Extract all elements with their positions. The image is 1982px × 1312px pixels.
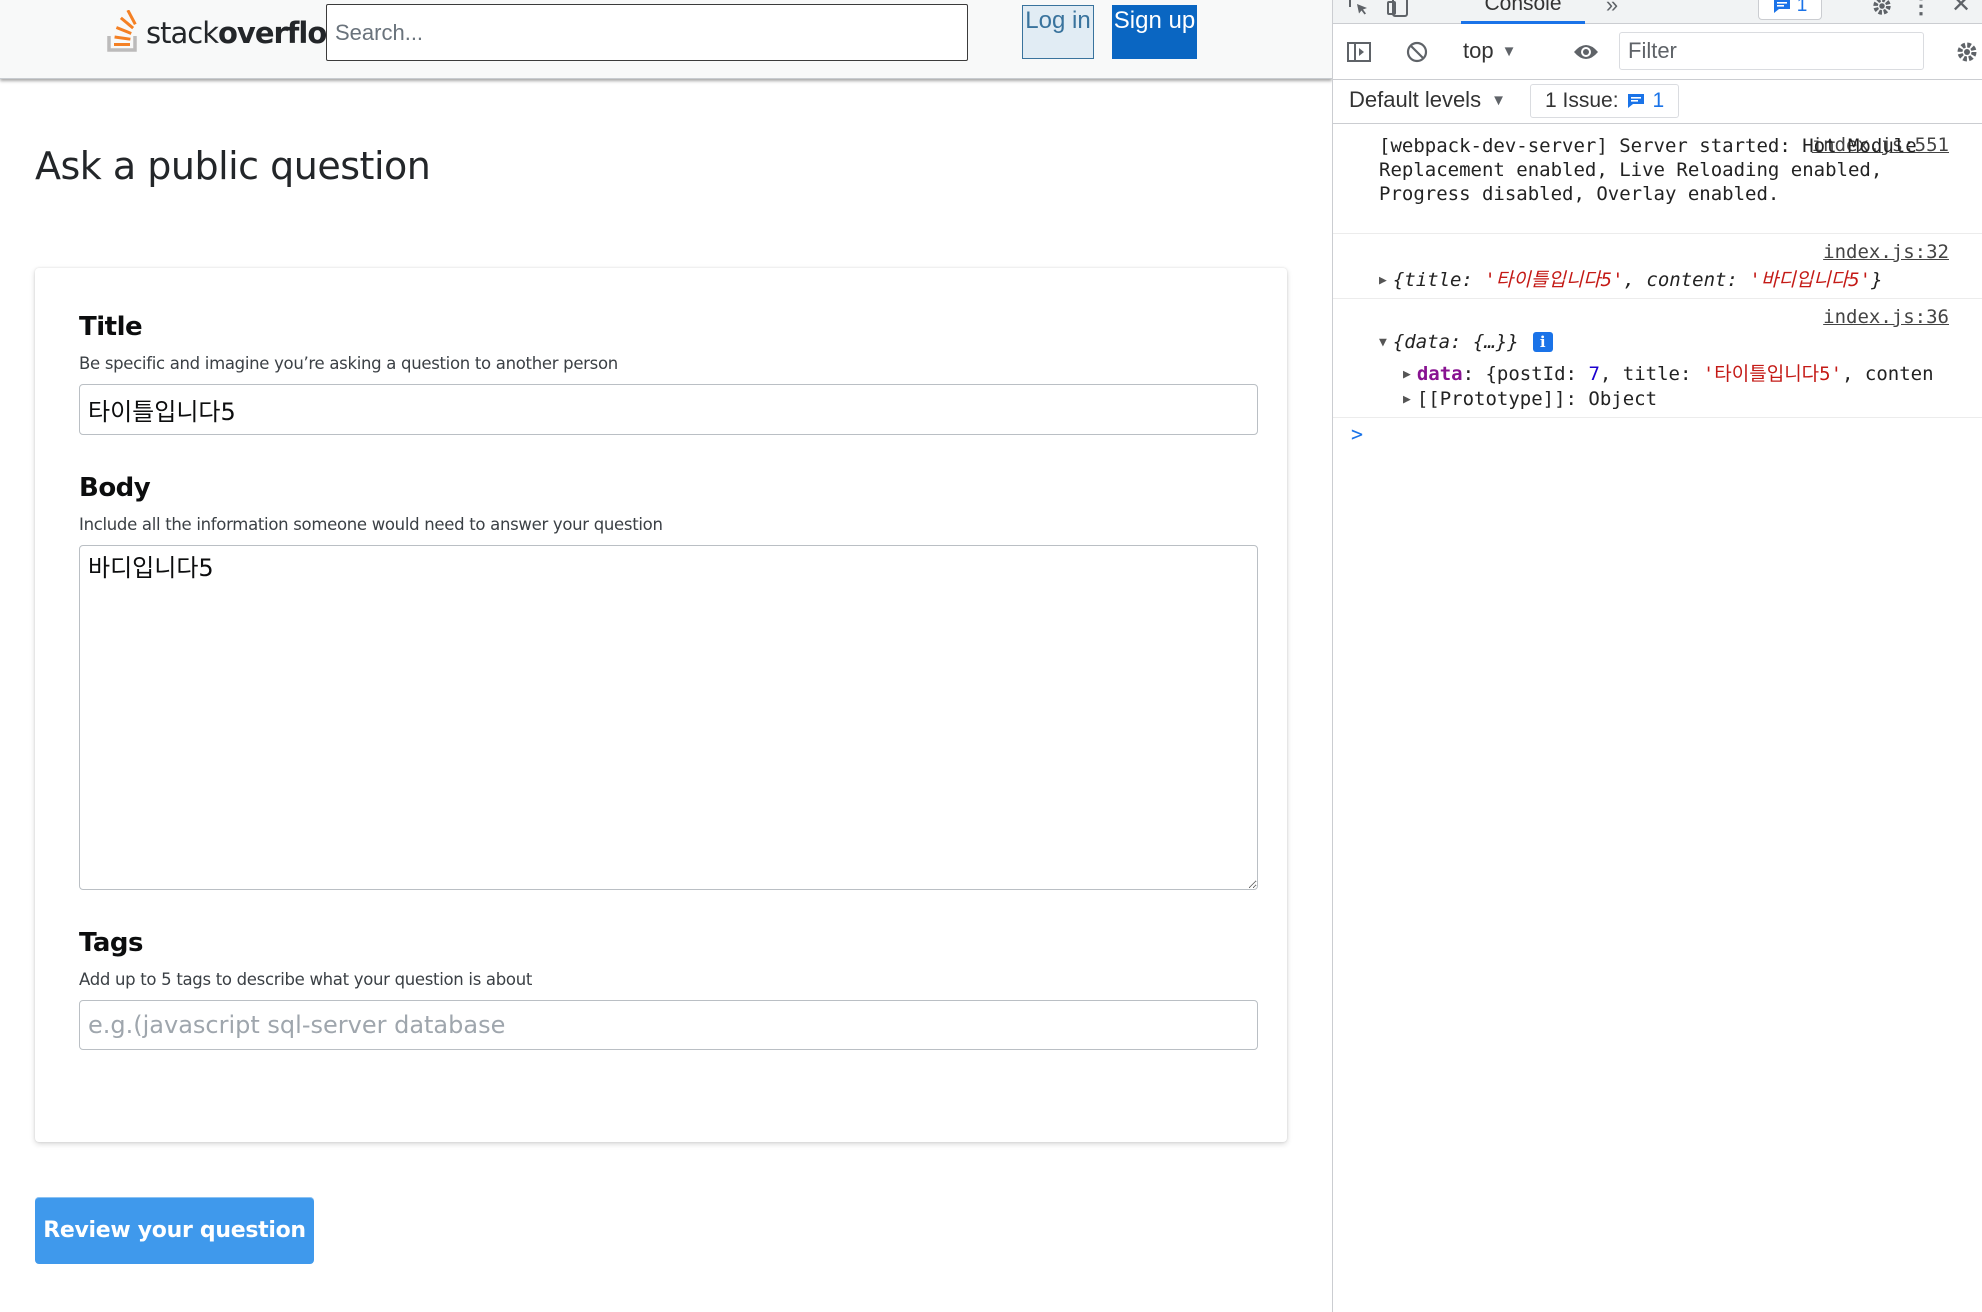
console-toolbar: top ▼ [1333,24,1982,80]
log-property-prototype[interactable]: ▶ [[Prototype]]: Object [1403,388,1657,410]
info-icon[interactable]: i [1532,332,1553,352]
tab-console[interactable]: Console [1461,0,1585,24]
expand-arrow-icon[interactable]: ▶ [1379,273,1387,288]
dropdown-arrow-icon: ▼ [1491,91,1506,109]
body-description: Include all the information someone woul… [79,515,663,534]
body-textarea[interactable]: 바디입니다5 [79,545,1258,890]
title-label: Title [79,312,143,342]
message-icon [1627,94,1644,108]
log-levels-label: Default levels [1349,87,1482,112]
search-input[interactable] [326,4,968,61]
tags-input[interactable] [79,1000,1258,1050]
console-log-entry: index.js:36 ▼ {data: {…}} i ▶ data: {postI… [1333,300,1982,418]
log-source-link[interactable]: index.js:32 [1823,241,1949,263]
message-icon [1773,0,1790,13]
log-text: [[Prototype]]: Object [1416,388,1658,410]
log-message: [webpack-dev-server] Server started: Hot… [1379,135,1929,205]
login-button[interactable]: Log in [1022,5,1094,59]
console-subbar: Default levels ▼ 1 Issue: 1 [1333,80,1982,124]
collapse-arrow-icon[interactable]: ▼ [1379,335,1387,350]
review-question-button[interactable]: Review your question [35,1197,314,1264]
log-text: {title: [1392,269,1485,291]
console-filter-input[interactable] [1619,32,1924,70]
log-number-value: 7 [1588,363,1600,385]
settings-icon[interactable] [1869,0,1895,20]
issues-badge-count: 1 [1796,0,1808,16]
issue-count-button[interactable]: 1 Issue: 1 [1530,84,1680,118]
log-object[interactable]: ▶ {title: '타이틀입니다5', content: '바디입니다5'} [1379,265,1883,292]
log-levels-dropdown[interactable]: Default levels ▼ [1349,87,1506,113]
devtools-tab-bar: Console » 1 ⋮ ✕ [1333,0,1982,24]
top-bar: stackoverflow Log in Sign up [0,0,1332,79]
inspect-icon[interactable] [1345,0,1371,20]
issue-count-number: 1 [1652,89,1665,112]
log-text: } [1871,269,1883,291]
signup-button[interactable]: Sign up [1112,5,1197,59]
close-icon[interactable]: ✕ [1949,0,1973,18]
log-property-data[interactable]: ▶ data: {postId: 7, title: '타이틀입니다5', con… [1403,359,1934,386]
console-log-entry: index.js:32 ▶ {title: '타이틀입니다5', content:… [1333,235,1982,299]
app-pane: stackoverflow Log in Sign up Ask a publi… [0,0,1332,1312]
issue-count-label: 1 Issue: [1545,89,1619,112]
log-text: {data: {…}} [1392,331,1519,353]
title-description: Be specific and imagine you’re asking a … [79,354,618,373]
log-source-link[interactable]: index.js:36 [1823,306,1949,328]
issues-badge[interactable]: 1 [1758,0,1822,20]
log-text: : {postId: [1462,363,1589,385]
expand-arrow-icon[interactable]: ▶ [1403,392,1411,407]
log-string-value: '타이틀입니다5' [1702,363,1843,385]
log-object-summary[interactable]: ▼ {data: {…}} i [1379,331,1553,353]
clear-icon[interactable] [1403,38,1431,66]
question-form-card: Title Be specific and imagine you’re ask… [35,268,1287,1142]
kebab-icon[interactable]: ⋮ [1910,0,1932,20]
tags-description: Add up to 5 tags to describe what your q… [79,970,533,989]
sidebar-icon[interactable] [1345,38,1373,66]
console-settings-icon[interactable] [1953,38,1981,66]
expand-arrow-icon[interactable]: ▶ [1403,367,1411,382]
console-prompt[interactable]: > [1351,422,1363,446]
eye-icon[interactable] [1571,38,1601,66]
page-title: Ask a public question [35,144,431,188]
log-text: , conten [1842,363,1934,385]
stack-logo-icon [107,10,137,52]
devtools-panel: Console » 1 ⋮ ✕ top ▼ Defaul [1332,0,1982,1312]
stackoverflow-logo[interactable]: stackoverflow [104,8,353,58]
title-input[interactable] [79,384,1258,435]
log-key: data [1416,363,1463,385]
logo-wordmark: stackoverflow [146,16,353,50]
log-string-value: '바디입니다5' [1749,269,1872,291]
log-text: , title: [1599,363,1703,385]
more-tabs-icon[interactable]: » [1600,0,1624,18]
log-string-value: '타이틀입니다5' [1484,269,1624,291]
log-text: , content: [1623,269,1750,291]
dropdown-arrow-icon: ▼ [1501,42,1517,60]
context-label: top [1463,38,1494,63]
context-selector[interactable]: top ▼ [1463,38,1516,64]
tags-label: Tags [79,928,144,958]
device-icon[interactable] [1385,0,1411,20]
console-log-entry: index.js:551 [webpack-dev-server] Server… [1333,124,1982,234]
body-label: Body [79,473,151,503]
